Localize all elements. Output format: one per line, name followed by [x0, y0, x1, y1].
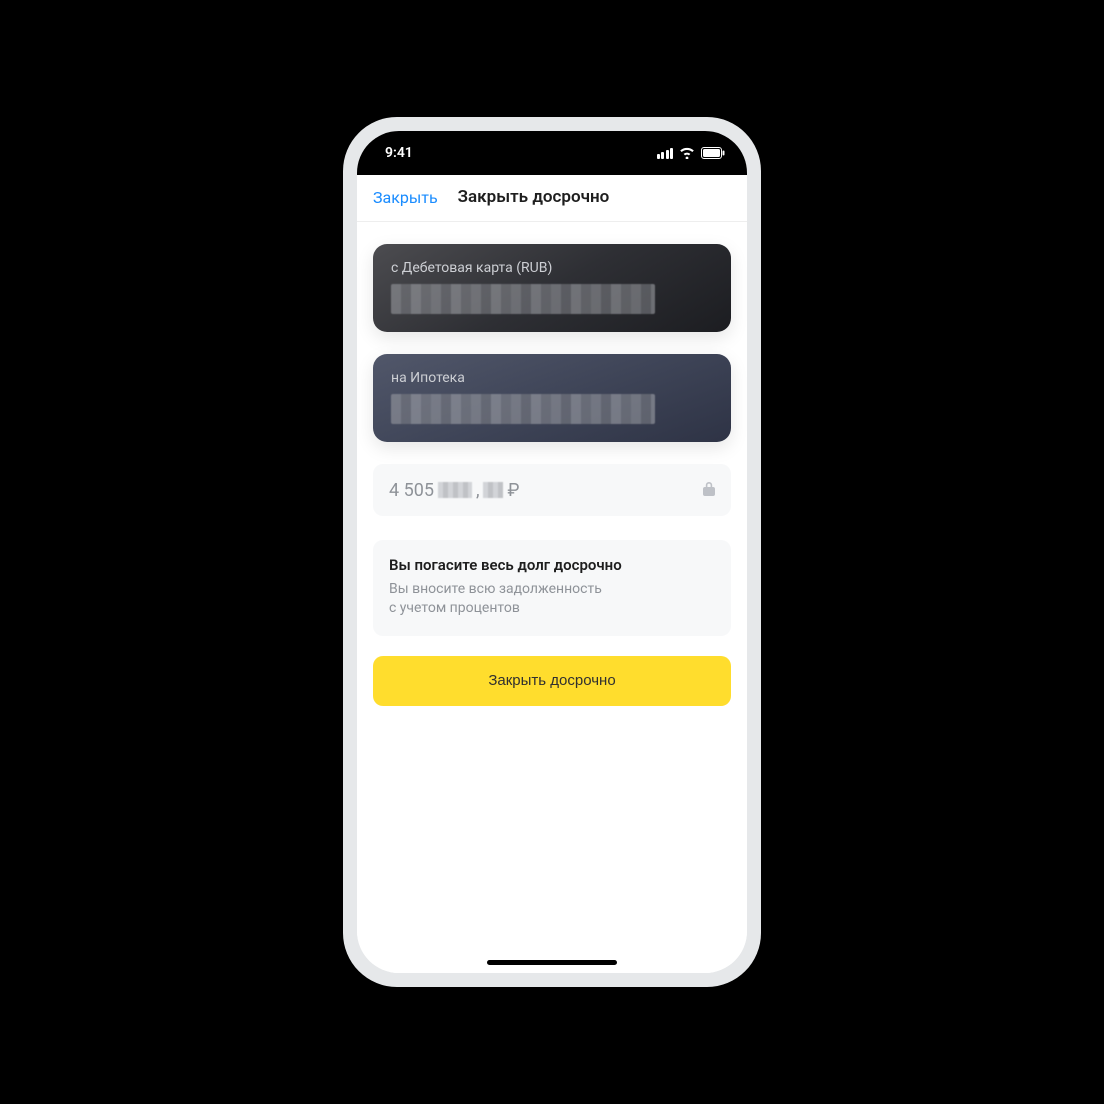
nav-bar: Закрыть Закрыть досрочно [357, 175, 747, 222]
to-account-masked-value [391, 394, 655, 424]
notch [462, 131, 642, 159]
from-account-card[interactable]: с Дебетовая карта (RUB) [373, 244, 731, 332]
to-account-card[interactable]: на Ипотека [373, 354, 731, 442]
info-title: Вы погасите весь долг досрочно [389, 556, 715, 574]
amount-field: 4 505 , ₽ [373, 464, 731, 516]
amount-masked-thousands [438, 482, 472, 498]
page-title: Закрыть досрочно [458, 187, 731, 207]
to-account-label: на Ипотека [391, 370, 713, 386]
phone-screen: 9:41 Закрыть Закрыть досрочно с Дебетова… [357, 131, 747, 973]
info-body: Вы вносите всю задолженность с учетом пр… [389, 580, 715, 618]
wifi-icon [679, 147, 695, 159]
home-indicator[interactable] [487, 960, 617, 965]
from-account-label: с Дебетовая карта (RUB) [391, 260, 713, 276]
amount-masked-cents [483, 482, 503, 498]
amount-value: 4 505 , ₽ [389, 480, 519, 501]
submit-button[interactable]: Закрыть досрочно [373, 656, 731, 706]
lock-icon [703, 481, 715, 500]
status-icons [657, 147, 726, 159]
battery-icon [701, 147, 725, 159]
from-account-masked-value [391, 284, 655, 314]
cellular-icon [657, 148, 674, 159]
phone-frame: 9:41 Закрыть Закрыть досрочно с Дебетова… [343, 117, 761, 987]
content: с Дебетовая карта (RUB) на Ипотека 4 505… [357, 222, 747, 973]
info-box: Вы погасите весь долг досрочно Вы вносит… [373, 540, 731, 636]
close-button[interactable]: Закрыть [373, 188, 438, 207]
status-time: 9:41 [385, 145, 413, 161]
